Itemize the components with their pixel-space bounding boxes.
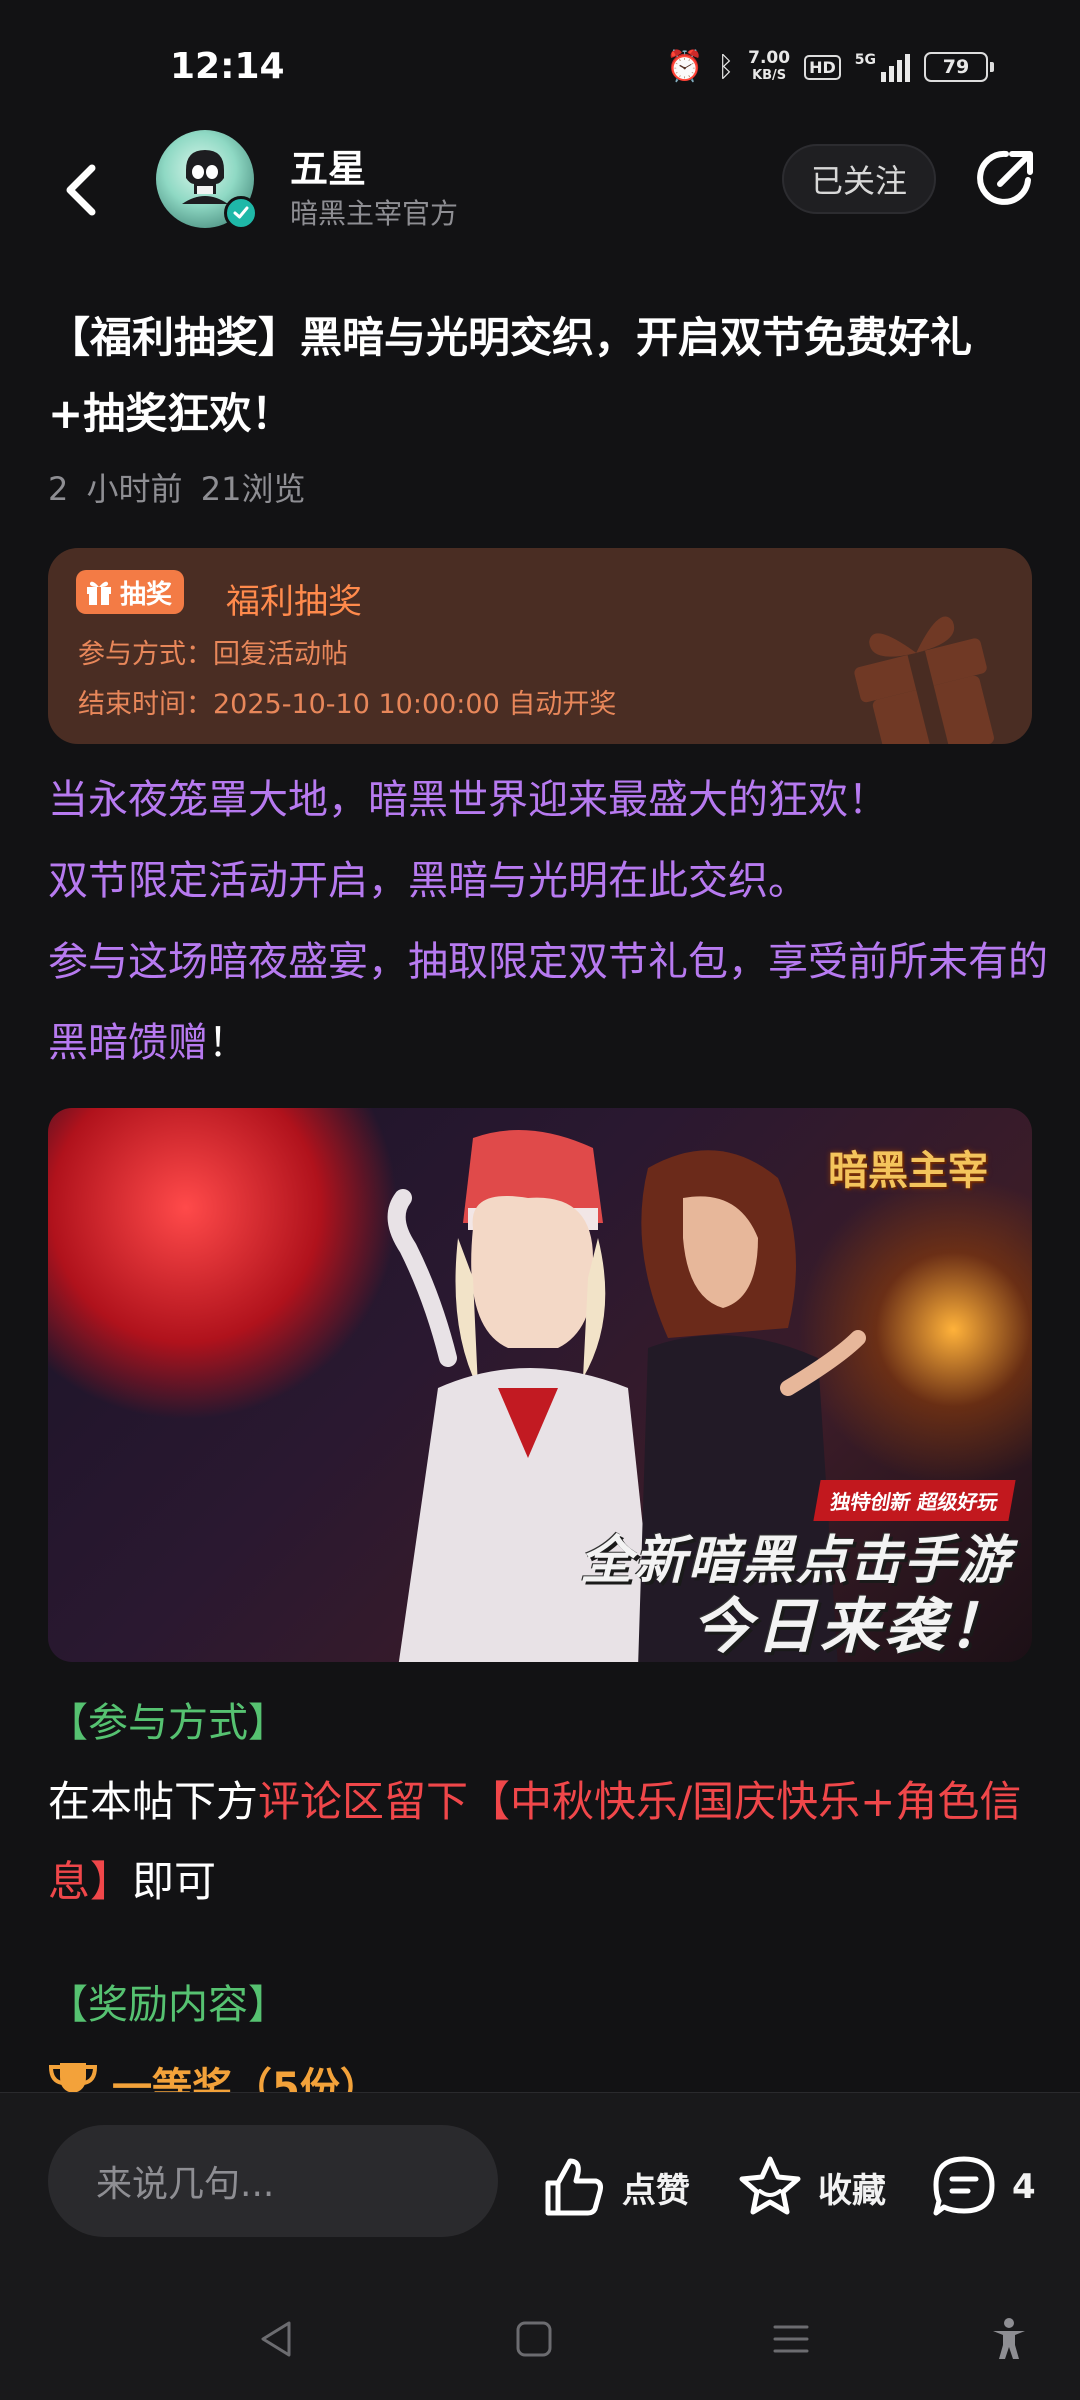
- intro-line-1: 当永夜笼罩大地，暗黑世界迎来最盛大的狂欢！: [48, 777, 888, 823]
- lottery-title: 福利抽奖: [226, 582, 362, 622]
- nav-back-button[interactable]: [250, 2312, 304, 2366]
- status-icons: ⏰ ᛒ 7.00 KB/S HD 5G 79: [665, 49, 994, 84]
- nav-home-button[interactable]: [507, 2312, 561, 2366]
- gift-watermark-icon: [854, 616, 994, 744]
- battery-icon: 79: [924, 52, 994, 82]
- comment-count: 4: [1012, 2167, 1036, 2207]
- lottery-tag: 抽奖: [76, 570, 185, 614]
- like-button[interactable]: 点赞: [540, 2153, 690, 2221]
- status-bar: 12:14 ⏰ ᛒ 7.00 KB/S HD 5G 79: [0, 0, 1080, 120]
- banner-headline-2: 今日来袭！: [692, 1592, 1012, 1662]
- post-time: 2 小时前: [48, 470, 183, 508]
- join-section-text: 在本帖下方评论区留下【中秋快乐/国庆快乐+角色信息】即可: [48, 1762, 1048, 1922]
- intro-line-3: 参与这场暗夜盛宴，抽取限定双节礼包，享受前所未有的黑暗馈赠！: [48, 922, 1048, 1084]
- banner-badge: 独特创新 超级好玩: [813, 1480, 1016, 1521]
- author-subtitle: 暗黑主宰官方: [290, 197, 459, 230]
- post-meta: 2 小时前 21浏览: [48, 464, 305, 510]
- intro-text: 当永夜笼罩大地，暗黑世界迎来最盛大的狂欢！ 双节限定活动开启，黑暗与光明在此交织…: [48, 760, 1048, 1084]
- reward-section-heading: 【奖励内容】: [48, 1982, 288, 2028]
- status-time: 12:14: [170, 46, 285, 87]
- lottery-card[interactable]: 抽奖 福利抽奖 参与方式：回复活动帖 结束时间：2025-10-10 10:00…: [48, 548, 1032, 744]
- join-text-before: 在本帖下方: [48, 1777, 259, 1826]
- post-views: 21浏览: [200, 470, 306, 508]
- alarm-icon: ⏰: [665, 49, 704, 84]
- join-text-after: 即可: [132, 1857, 217, 1906]
- lottery-tag-label: 抽奖: [120, 579, 173, 610]
- promo-banner-image[interactable]: 暗黑主宰 独特创新 超级好玩 全新暗黑点击手游 今日来袭！: [48, 1108, 1032, 1662]
- like-label: 点赞: [622, 2170, 690, 2211]
- system-nav-bar: [0, 2278, 1080, 2400]
- star-icon: [739, 2156, 801, 2215]
- share-icon: [977, 150, 1033, 205]
- bluetooth-icon: ᛒ: [717, 50, 735, 83]
- skull-icon: [182, 150, 228, 204]
- post-title: 【福利抽奖】黑暗与光明交织，开启双节免费好礼+抽奖狂欢！: [48, 313, 973, 438]
- comment-button[interactable]: 4: [930, 2153, 1036, 2221]
- intro-line-2: 双节限定活动开启，黑暗与光明在此交织。: [48, 858, 808, 904]
- signal-icon: 5G: [855, 52, 910, 82]
- game-logo: 暗黑主宰: [828, 1147, 988, 1194]
- accessibility-icon: [993, 2318, 1025, 2359]
- gift-icon: [87, 581, 111, 605]
- intro-line-3-text: 参与这场暗夜盛宴，抽取限定双节礼包，享受前所未有的黑暗馈赠: [48, 939, 1048, 1066]
- triangle-back-icon: [261, 2321, 291, 2357]
- comment-input[interactable]: 来说几句...: [48, 2125, 498, 2237]
- speed-unit: KB/S: [752, 68, 787, 83]
- thumbs-up-icon: [545, 2158, 603, 2216]
- follow-button[interactable]: 已关注: [782, 144, 936, 214]
- square-home-icon: [516, 2321, 552, 2357]
- chevron-left-icon: [66, 164, 96, 216]
- hd-icon: HD: [804, 54, 841, 80]
- lottery-join-method: 参与方式：回复活动帖: [78, 639, 348, 670]
- battery-level: 79: [942, 56, 970, 78]
- accessibility-button[interactable]: [982, 2312, 1036, 2366]
- author-avatar[interactable]: [156, 130, 258, 230]
- nav-recents-button[interactable]: [764, 2312, 818, 2366]
- speed-value: 7.00: [748, 48, 791, 68]
- intro-line-3-end: ！: [208, 1020, 248, 1066]
- favorite-label: 收藏: [818, 2170, 886, 2211]
- comment-icon: [933, 2156, 995, 2216]
- author-name[interactable]: 五星: [290, 138, 366, 193]
- back-button[interactable]: [50, 150, 110, 230]
- bottom-action-bar: 来说几句... 点赞 收藏 4: [0, 2092, 1080, 2278]
- join-section-heading: 【参与方式】: [48, 1700, 288, 1746]
- network-type: 5G: [854, 52, 876, 68]
- post-header: 五星 暗黑主宰官方 已关注: [0, 130, 1080, 250]
- favorite-button[interactable]: 收藏: [736, 2153, 886, 2221]
- share-button[interactable]: [970, 144, 1040, 214]
- menu-lines-icon: [773, 2325, 809, 2353]
- lottery-end-time: 结束时间：2025-10-10 10:00:00 自动开奖: [78, 689, 617, 720]
- network-speed: 7.00 KB/S: [748, 50, 790, 84]
- verified-badge-icon: [224, 196, 258, 230]
